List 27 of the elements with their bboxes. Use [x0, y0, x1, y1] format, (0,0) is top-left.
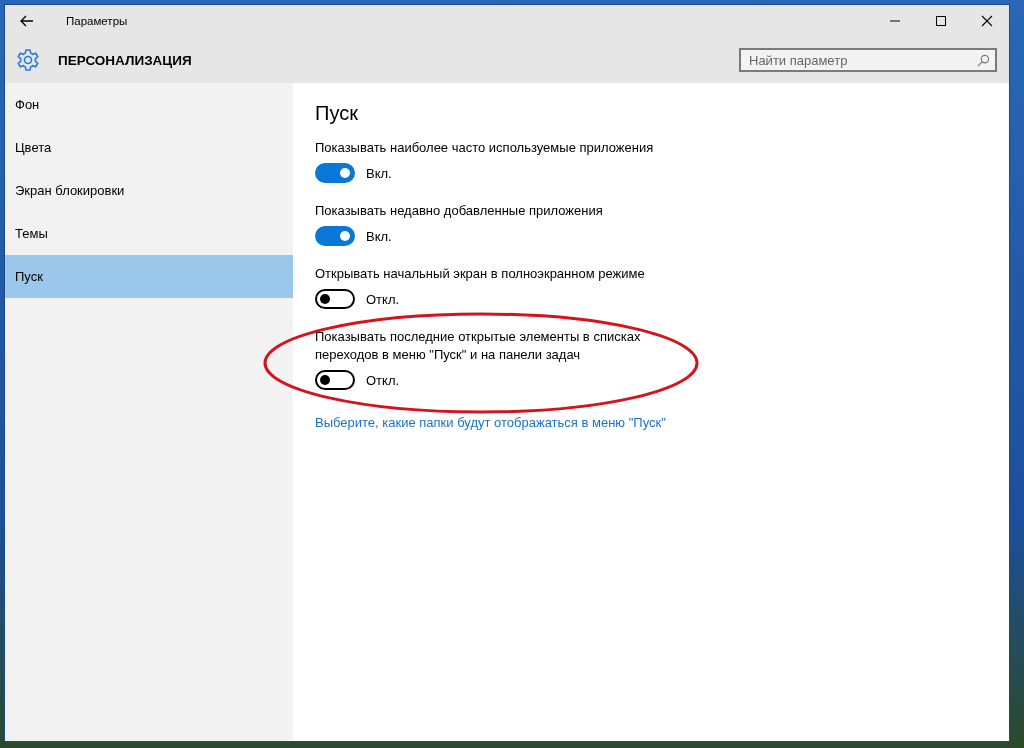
- maximize-icon[interactable]: [935, 15, 947, 27]
- toggle-state-label: Откл.: [366, 372, 400, 388]
- page-heading: Пуск: [315, 102, 359, 125]
- sidebar-item[interactable]: Экран блокировки: [5, 169, 293, 212]
- search-field[interactable]: Найти параметр: [739, 48, 997, 72]
- toggle-state-label: Откл.: [366, 291, 400, 307]
- sidebar-item[interactable]: Фон: [5, 83, 293, 126]
- settings-icon: [16, 48, 40, 72]
- toggle-switch[interactable]: [315, 370, 355, 390]
- folders-link[interactable]: Выберите, какие папки будут отображаться в меню "Пуск": [315, 415, 666, 430]
- back-arrow-icon[interactable]: [20, 15, 34, 27]
- toggle-state-label: Вкл.: [366, 228, 392, 244]
- toggle-switch[interactable]: [315, 289, 355, 309]
- window-title: Параметры: [66, 15, 128, 27]
- toggle-state-label: Вкл.: [366, 165, 392, 181]
- close-icon[interactable]: [981, 15, 993, 27]
- search-icon[interactable]: [977, 54, 990, 67]
- section-title: ПЕРСОНАЛИЗАЦИЯ: [58, 52, 192, 68]
- toggle-switch[interactable]: [315, 163, 355, 183]
- sidebar-item[interactable]: Цвета: [5, 126, 293, 169]
- setting-label: Показывать последние открытые элементы в списках переходов в меню "Пуск" и на панели задач: [315, 328, 642, 364]
- toggle-switch[interactable]: [315, 226, 355, 246]
- setting-label: Показывать недавно добавленные приложения: [315, 202, 604, 220]
- setting-label: Показывать наиболее часто используемые приложения: [315, 139, 655, 157]
- setting-label: Открывать начальный экран в полноэкранном режиме: [315, 265, 646, 283]
- sidebar-item[interactable]: Темы: [5, 212, 293, 255]
- sidebar-item[interactable]: Пуск: [5, 255, 293, 298]
